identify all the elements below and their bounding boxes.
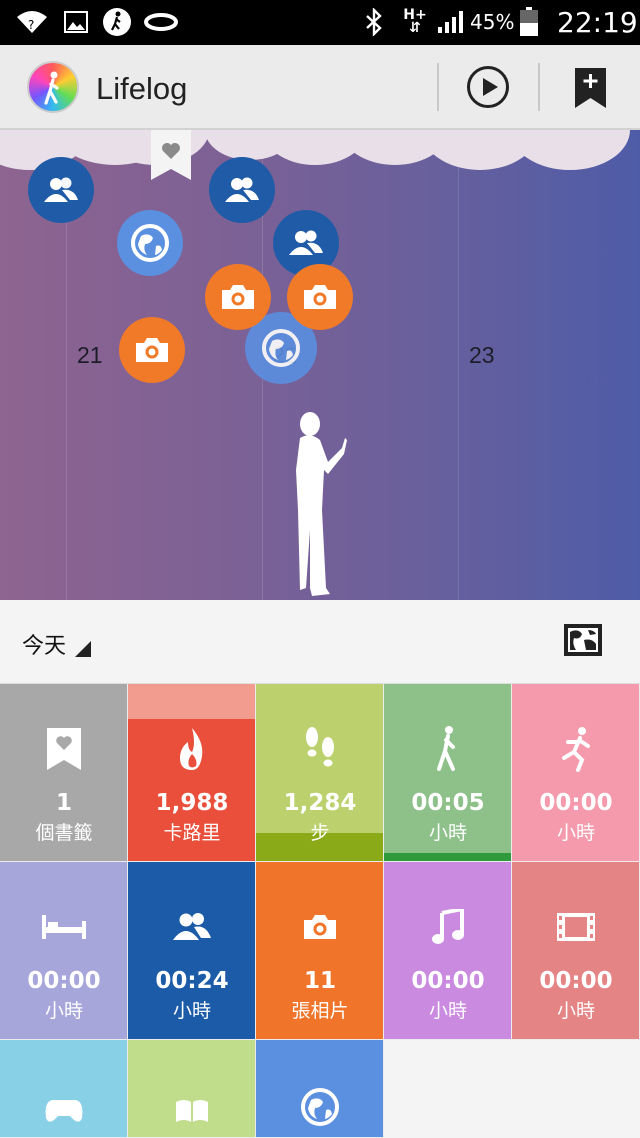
tile-unit: 小時 (428, 1000, 467, 1022)
people-icon (289, 230, 323, 255)
tile-games[interactable] (0, 1040, 128, 1138)
tile-communication[interactable]: 00:24 小時 (128, 862, 256, 1040)
clock: 22:19 (557, 6, 638, 39)
person-silhouette (296, 412, 347, 596)
tile-value: 00:24 (155, 968, 229, 994)
tile-sleep[interactable]: 00:00 小時 (0, 862, 128, 1040)
dropdown-caret-icon[interactable] (75, 641, 91, 657)
band-icon (144, 8, 178, 36)
tile-unit: 步 (310, 822, 330, 844)
walk-icon (102, 8, 132, 36)
social-event-bubble[interactable] (209, 157, 275, 223)
calorie-goal-remaining (128, 684, 255, 719)
network-type: H+ ⇵ (403, 7, 427, 36)
tile-value: 1 (55, 790, 72, 816)
bed-icon (0, 902, 127, 952)
signal-icon (435, 8, 467, 36)
date-bar: 今天 (0, 600, 640, 684)
heart-icon (162, 143, 180, 159)
tile-unit: 小時 (428, 822, 467, 844)
walking-progress-fill (384, 853, 511, 861)
action-bar: Lifelog (0, 45, 640, 130)
tile-value: 00:00 (411, 968, 485, 994)
tile-steps[interactable]: 1,284 步 (256, 684, 384, 862)
battery-percent: 45% (470, 10, 515, 34)
film-icon (512, 902, 639, 952)
gamepad-icon (0, 1086, 127, 1136)
tile-value: 1,988 (155, 790, 229, 816)
wifi-icon: ? (14, 8, 50, 36)
globe-icon (131, 224, 169, 262)
tile-value: 00:05 (411, 790, 485, 816)
camera-icon (256, 902, 383, 952)
battery-icon (518, 7, 540, 36)
tile-calories[interactable]: 1,988 卡路里 (128, 684, 256, 862)
tile-value: 11 (303, 968, 336, 994)
tile-movies[interactable]: 00:00 小時 (512, 862, 640, 1040)
photo-event-bubble[interactable] (205, 264, 271, 330)
tile-unit: 小時 (556, 822, 595, 844)
tile-unit: 小時 (172, 1000, 211, 1022)
timeline[interactable]: 21 22 23 (0, 130, 640, 600)
timeline-gridline (458, 130, 459, 600)
bookmark-flag[interactable] (151, 130, 191, 180)
social-event-bubble[interactable] (28, 157, 94, 223)
tile-unit: 個書籤 (35, 822, 93, 844)
day-label-21: 21 (77, 342, 103, 368)
people-icon (44, 177, 78, 202)
tile-books[interactable] (128, 1040, 256, 1138)
day-label-23: 23 (469, 342, 495, 368)
photo-event-bubble[interactable] (119, 317, 185, 383)
bluetooth-icon (362, 8, 386, 36)
bookmark-heart-icon (0, 724, 127, 774)
tile-unit: 小時 (44, 1000, 83, 1022)
map-icon[interactable] (562, 622, 604, 658)
status-bar: ? H+ ⇵ 45% 22:19 (0, 0, 640, 45)
svg-text:?: ? (28, 18, 34, 32)
tile-browsing[interactable] (256, 1040, 384, 1138)
people-icon (128, 902, 255, 952)
add-bookmark-icon[interactable] (575, 68, 606, 108)
browsing-event-bubble[interactable] (117, 210, 183, 276)
tile-unit: 卡路里 (163, 822, 221, 844)
people-icon (225, 177, 259, 202)
book-icon (128, 1086, 255, 1136)
app-title: Lifelog (96, 71, 188, 106)
tile-photos[interactable]: 11 張相片 (256, 862, 384, 1040)
tile-unit: 小時 (556, 1000, 595, 1022)
play-icon[interactable] (467, 66, 509, 108)
photo-event-bubble[interactable] (287, 264, 353, 330)
tile-value: 00:00 (27, 968, 101, 994)
divider (538, 63, 540, 111)
camera-icon (136, 338, 168, 362)
tile-music[interactable]: 00:00 小時 (384, 862, 512, 1040)
image-icon (62, 8, 90, 36)
tile-bookmarks[interactable]: 1 個書籤 (0, 684, 128, 862)
tile-value: 1,284 (283, 790, 357, 816)
flame-icon (128, 724, 255, 774)
camera-icon (304, 285, 336, 309)
walking-icon (384, 724, 511, 774)
tile-value: 00:00 (539, 790, 613, 816)
app-logo-icon[interactable] (27, 61, 79, 113)
music-note-icon (384, 902, 511, 952)
globe-icon (256, 1082, 383, 1132)
footsteps-icon (256, 724, 383, 774)
camera-icon (222, 285, 254, 309)
tile-unit: 張相片 (291, 1000, 349, 1022)
divider (437, 63, 439, 111)
globe-icon (262, 329, 300, 367)
tile-running[interactable]: 00:00 小時 (512, 684, 640, 862)
tile-walking[interactable]: 00:05 小時 (384, 684, 512, 862)
date-selector-label[interactable]: 今天 (22, 628, 66, 660)
running-icon (512, 724, 639, 774)
tile-value: 00:00 (539, 968, 613, 994)
